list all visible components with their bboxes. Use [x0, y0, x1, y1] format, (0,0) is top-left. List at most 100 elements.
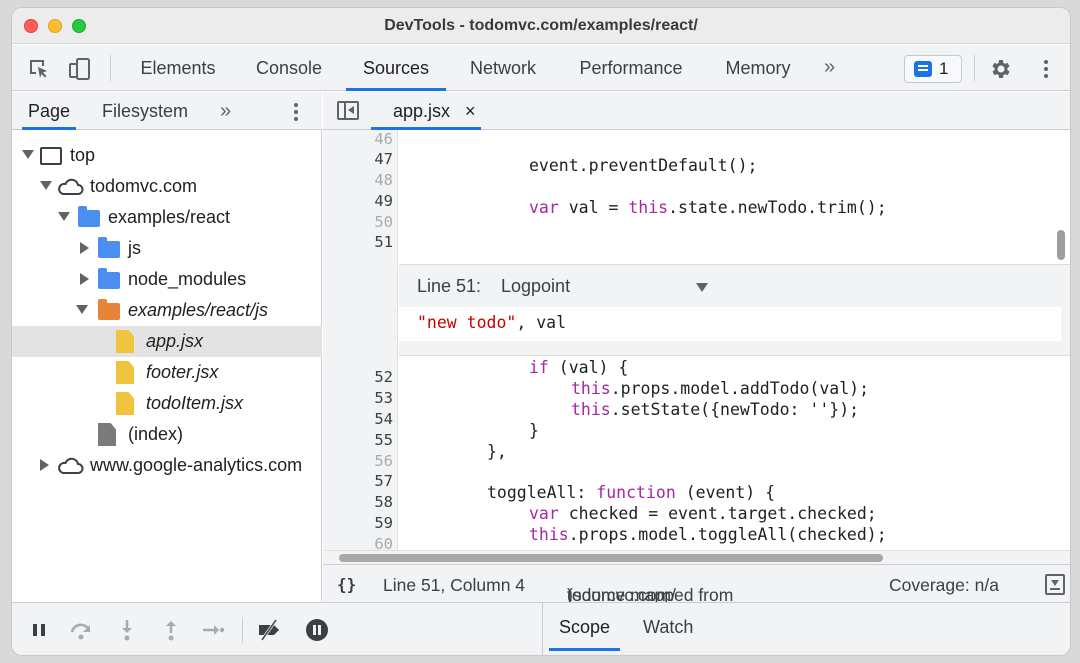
collapse-arrow-icon[interactable] [80, 242, 89, 254]
devtools-window: DevTools - todomvc.com/examples/react/ E… [12, 8, 1070, 655]
code-line: event.preventDefault(); [529, 156, 758, 175]
tree-item-label: todoItem.jsx [146, 393, 244, 413]
navigator-panel: Page Filesystem » top todomvc.com exampl… [12, 92, 322, 602]
cloud-icon [58, 178, 84, 195]
coverage-toggle-icon[interactable] [1045, 574, 1065, 595]
tree-item-label: www.google-analytics.com [90, 455, 303, 475]
line-number[interactable]: 48 [323, 171, 393, 189]
tree-item-label: top [70, 145, 96, 165]
line-number[interactable]: 57 [323, 472, 393, 490]
editor-tab-app-jsx[interactable]: app.jsx × [371, 92, 481, 130]
line-number[interactable]: 55 [323, 431, 393, 449]
step-icon[interactable] [200, 617, 226, 643]
tree-item-examples-react[interactable]: examples/react [12, 202, 322, 233]
code-line: this.props.model.toggleAll(checked); [529, 525, 887, 544]
line-number[interactable]: 54 [323, 410, 393, 428]
collapse-arrow-icon[interactable] [40, 459, 49, 471]
inspect-element-icon[interactable] [27, 57, 51, 81]
tree-item-google-analytics[interactable]: www.google-analytics.com [12, 450, 322, 481]
vertical-scrollbar-thumb[interactable] [1057, 230, 1065, 260]
tab-network[interactable]: Network [458, 45, 548, 91]
pause-icon[interactable] [26, 617, 52, 643]
collapse-arrow-icon[interactable] [80, 273, 89, 285]
line-number[interactable]: 58 [323, 493, 393, 511]
issues-badge-button[interactable]: 1 [904, 55, 962, 83]
line-number[interactable]: 53 [323, 389, 393, 407]
more-navigator-tabs-chevron-icon[interactable]: » [220, 92, 231, 130]
expand-arrow-icon[interactable] [40, 181, 52, 190]
tree-item-todomvc[interactable]: todomvc.com [12, 171, 322, 202]
more-tabs-chevron-icon[interactable]: » [824, 45, 835, 91]
tab-performance[interactable]: Performance [568, 45, 694, 91]
code-line: var val = this.state.newTodo.trim(); [529, 198, 887, 217]
pretty-print-button[interactable]: {} [337, 575, 356, 594]
chevron-down-icon[interactable] [696, 283, 708, 292]
expand-arrow-icon[interactable] [22, 150, 34, 159]
tree-item-app-jsx[interactable]: app.jsx [12, 326, 322, 357]
tab-elements[interactable]: Elements [128, 45, 228, 91]
expand-arrow-icon[interactable] [58, 212, 70, 221]
tree-item-examples-react-js[interactable]: examples/react/js [12, 295, 322, 326]
tab-scope[interactable]: Scope [548, 603, 621, 651]
file-icon [116, 392, 134, 415]
gear-icon[interactable] [988, 57, 1012, 81]
pause-on-exceptions-icon[interactable] [304, 617, 330, 643]
tree-item-label: examples/react [108, 207, 231, 227]
window-title: DevTools - todomvc.com/examples/react/ [384, 17, 698, 34]
horizontal-scrollbar[interactable] [323, 550, 1070, 564]
folder-icon [98, 268, 120, 289]
line-number[interactable]: 49 [323, 192, 393, 210]
line-number[interactable]: 59 [323, 514, 393, 532]
step-over-icon[interactable] [68, 617, 94, 643]
file-icon [116, 361, 134, 384]
line-number[interactable]: 56 [323, 452, 393, 470]
message-icon [914, 61, 932, 77]
line-number[interactable]: 46 [323, 130, 393, 148]
breakpoint-type-select[interactable]: Logpoint [501, 276, 570, 297]
line-number[interactable]: 52 [323, 368, 393, 386]
line-number[interactable]: 50 [323, 213, 393, 231]
toggle-navigator-icon[interactable] [337, 101, 359, 120]
folder-icon [98, 237, 120, 258]
step-into-icon[interactable] [114, 617, 140, 643]
tab-memory[interactable]: Memory [712, 45, 804, 91]
frame-icon [40, 147, 62, 165]
line-number[interactable]: 51 [323, 233, 393, 251]
tab-sources[interactable]: Sources [346, 45, 446, 91]
step-out-icon[interactable] [158, 617, 184, 643]
tree-item-label: (index) [128, 424, 184, 444]
navigator-menu-icon[interactable] [294, 103, 298, 107]
line-number[interactable]: 60 [323, 535, 393, 550]
close-tab-icon[interactable]: × [465, 92, 476, 130]
tab-watch[interactable]: Watch [643, 603, 693, 651]
code-line: toggleAll: function (event) { [487, 483, 776, 502]
expand-arrow-icon[interactable] [76, 305, 88, 314]
more-options-icon[interactable] [1034, 57, 1058, 81]
logpoint-editor: Line 51: Logpoint "new todo", val [399, 264, 1070, 356]
line-number[interactable]: 47 [323, 150, 393, 168]
tree-item-footer-jsx[interactable]: footer.jsx [12, 357, 322, 388]
horizontal-scrollbar-thumb[interactable] [339, 554, 883, 562]
cloud-icon [58, 457, 84, 474]
toolbar-separator [974, 55, 975, 81]
folder-icon [98, 299, 120, 320]
editor-tab-label: app.jsx [393, 101, 451, 121]
tree-item-todoitem-jsx[interactable]: todoItem.jsx [12, 388, 322, 419]
debugger-toolbar: Scope Watch [12, 602, 1070, 655]
tree-item-label: footer.jsx [146, 362, 219, 382]
device-toolbar-icon[interactable] [68, 57, 92, 81]
code-editor[interactable]: 46 47 48 49 50 51 52 53 54 55 56 57 58 5… [323, 130, 1070, 550]
tree-item-index[interactable]: (index) [12, 419, 322, 450]
tree-item-node-modules[interactable]: node_modules [12, 264, 322, 295]
tab-page[interactable]: Page [21, 92, 77, 130]
navigator-tabs: Page Filesystem » [12, 92, 322, 130]
line-number-gutter[interactable]: 46 47 48 49 50 51 52 53 54 55 56 57 58 5… [323, 130, 398, 550]
file-icon [98, 423, 116, 446]
deactivate-breakpoints-icon[interactable] [256, 617, 282, 643]
logpoint-expression-input[interactable]: "new todo", val [399, 307, 1061, 341]
tab-console[interactable]: Console [244, 45, 334, 91]
tree-item-js[interactable]: js [12, 233, 322, 264]
logpoint-line-label: Line 51: [417, 276, 482, 296]
tree-item-top[interactable]: top [12, 140, 322, 171]
tab-filesystem[interactable]: Filesystem [102, 92, 188, 130]
